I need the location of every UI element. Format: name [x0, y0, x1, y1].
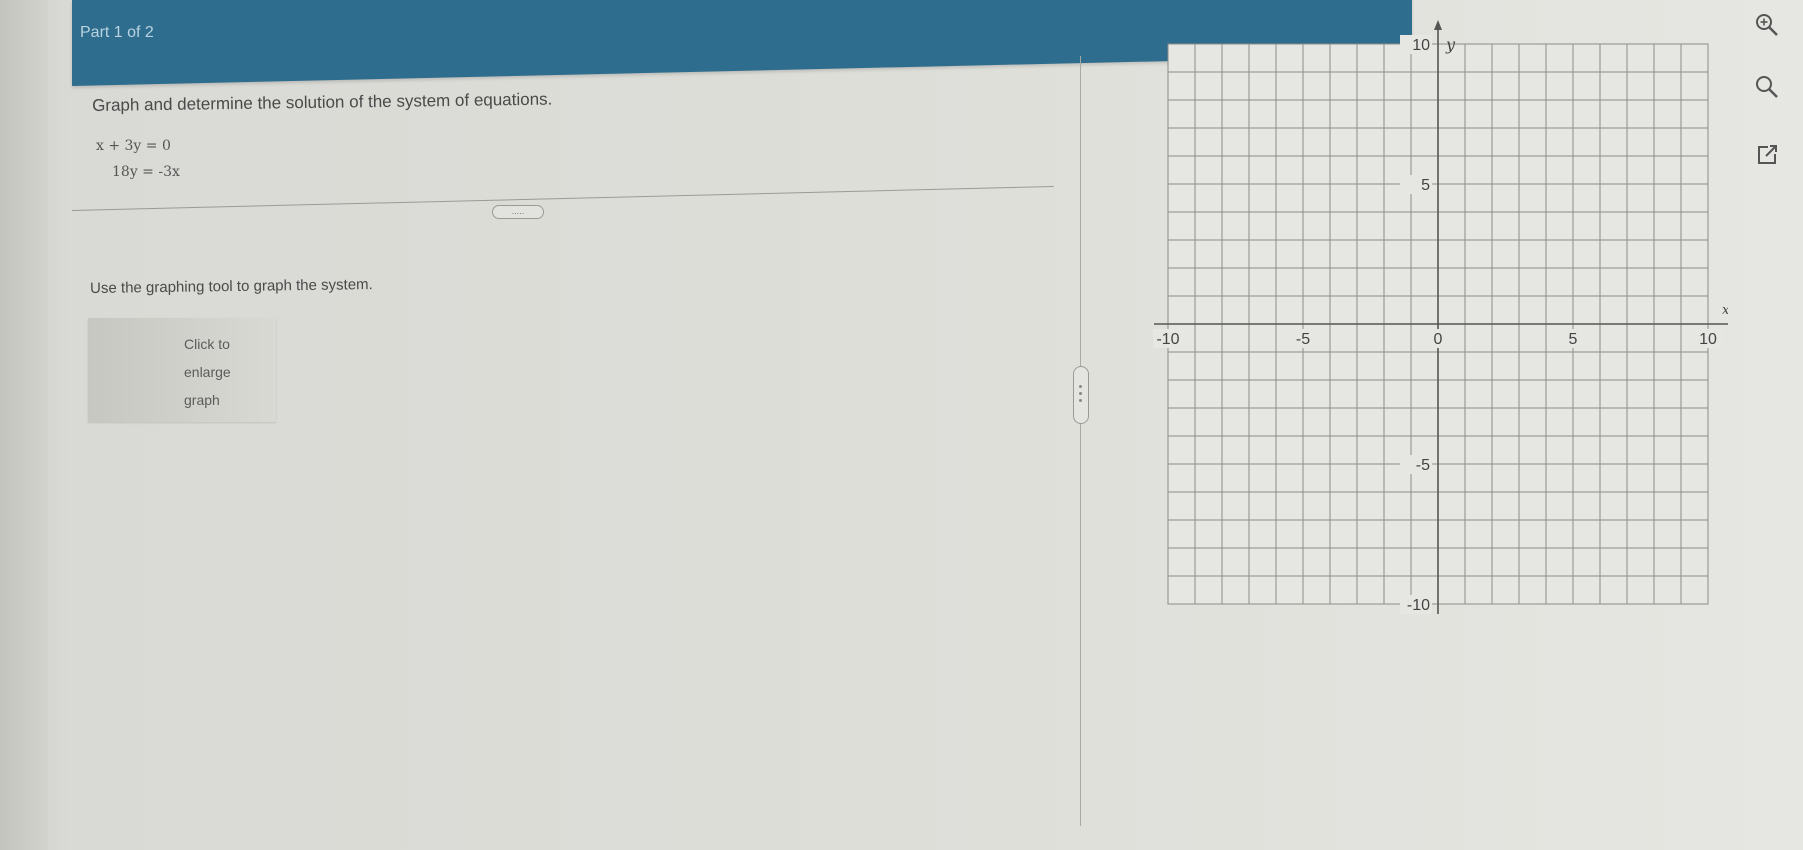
search-icon[interactable]	[1750, 70, 1784, 104]
enlarge-graph-button[interactable]: Click to enlarge graph	[88, 318, 276, 422]
enlarge-label-line-1: Click to	[184, 336, 230, 352]
enlarge-graph-label: Click to enlarge graph	[184, 330, 264, 414]
y-axis-arrow-icon	[1434, 20, 1442, 30]
part-label: Part 1 of 2	[80, 24, 154, 41]
x-tick-label: 10	[1699, 331, 1717, 348]
expand-handle[interactable]: .....	[492, 205, 544, 219]
y-tick-label: -5	[1416, 457, 1430, 474]
zoom-in-icon[interactable]	[1750, 8, 1784, 42]
divider-line	[71, 186, 1054, 211]
y-axis-label: y	[1445, 35, 1456, 54]
x-tick-label: 0	[1434, 331, 1443, 348]
x-axis-label: x	[1722, 303, 1728, 318]
graphing-tool-instruction: Use the graphing tool to graph the syste…	[90, 276, 373, 297]
coordinate-graph[interactable]: x y -10 -5 0 5 10 10 5 -5 -10	[1128, 20, 1728, 640]
equation-2: 18y = -3x	[112, 164, 180, 180]
external-link-icon[interactable]	[1750, 138, 1784, 172]
equation-1: x + 3y = 0	[96, 138, 171, 154]
x-tick-label: -10	[1156, 331, 1179, 348]
grip-dots-icon	[1079, 385, 1082, 406]
y-tick-label: 5	[1421, 177, 1430, 194]
enlarge-label-line-2: enlarge	[184, 364, 231, 380]
x-tick-label: -5	[1296, 331, 1310, 348]
question-instruction: Graph and determine the solution of the …	[92, 89, 553, 115]
pane-splitter	[1080, 56, 1081, 826]
y-tick-label: -10	[1407, 597, 1430, 614]
enlarge-label-line-3: graph	[184, 392, 220, 408]
y-tick-label: 10	[1412, 37, 1430, 54]
splitter-handle[interactable]	[1073, 366, 1089, 424]
x-tick-label: 5	[1569, 331, 1578, 348]
browser-edge	[0, 0, 48, 850]
